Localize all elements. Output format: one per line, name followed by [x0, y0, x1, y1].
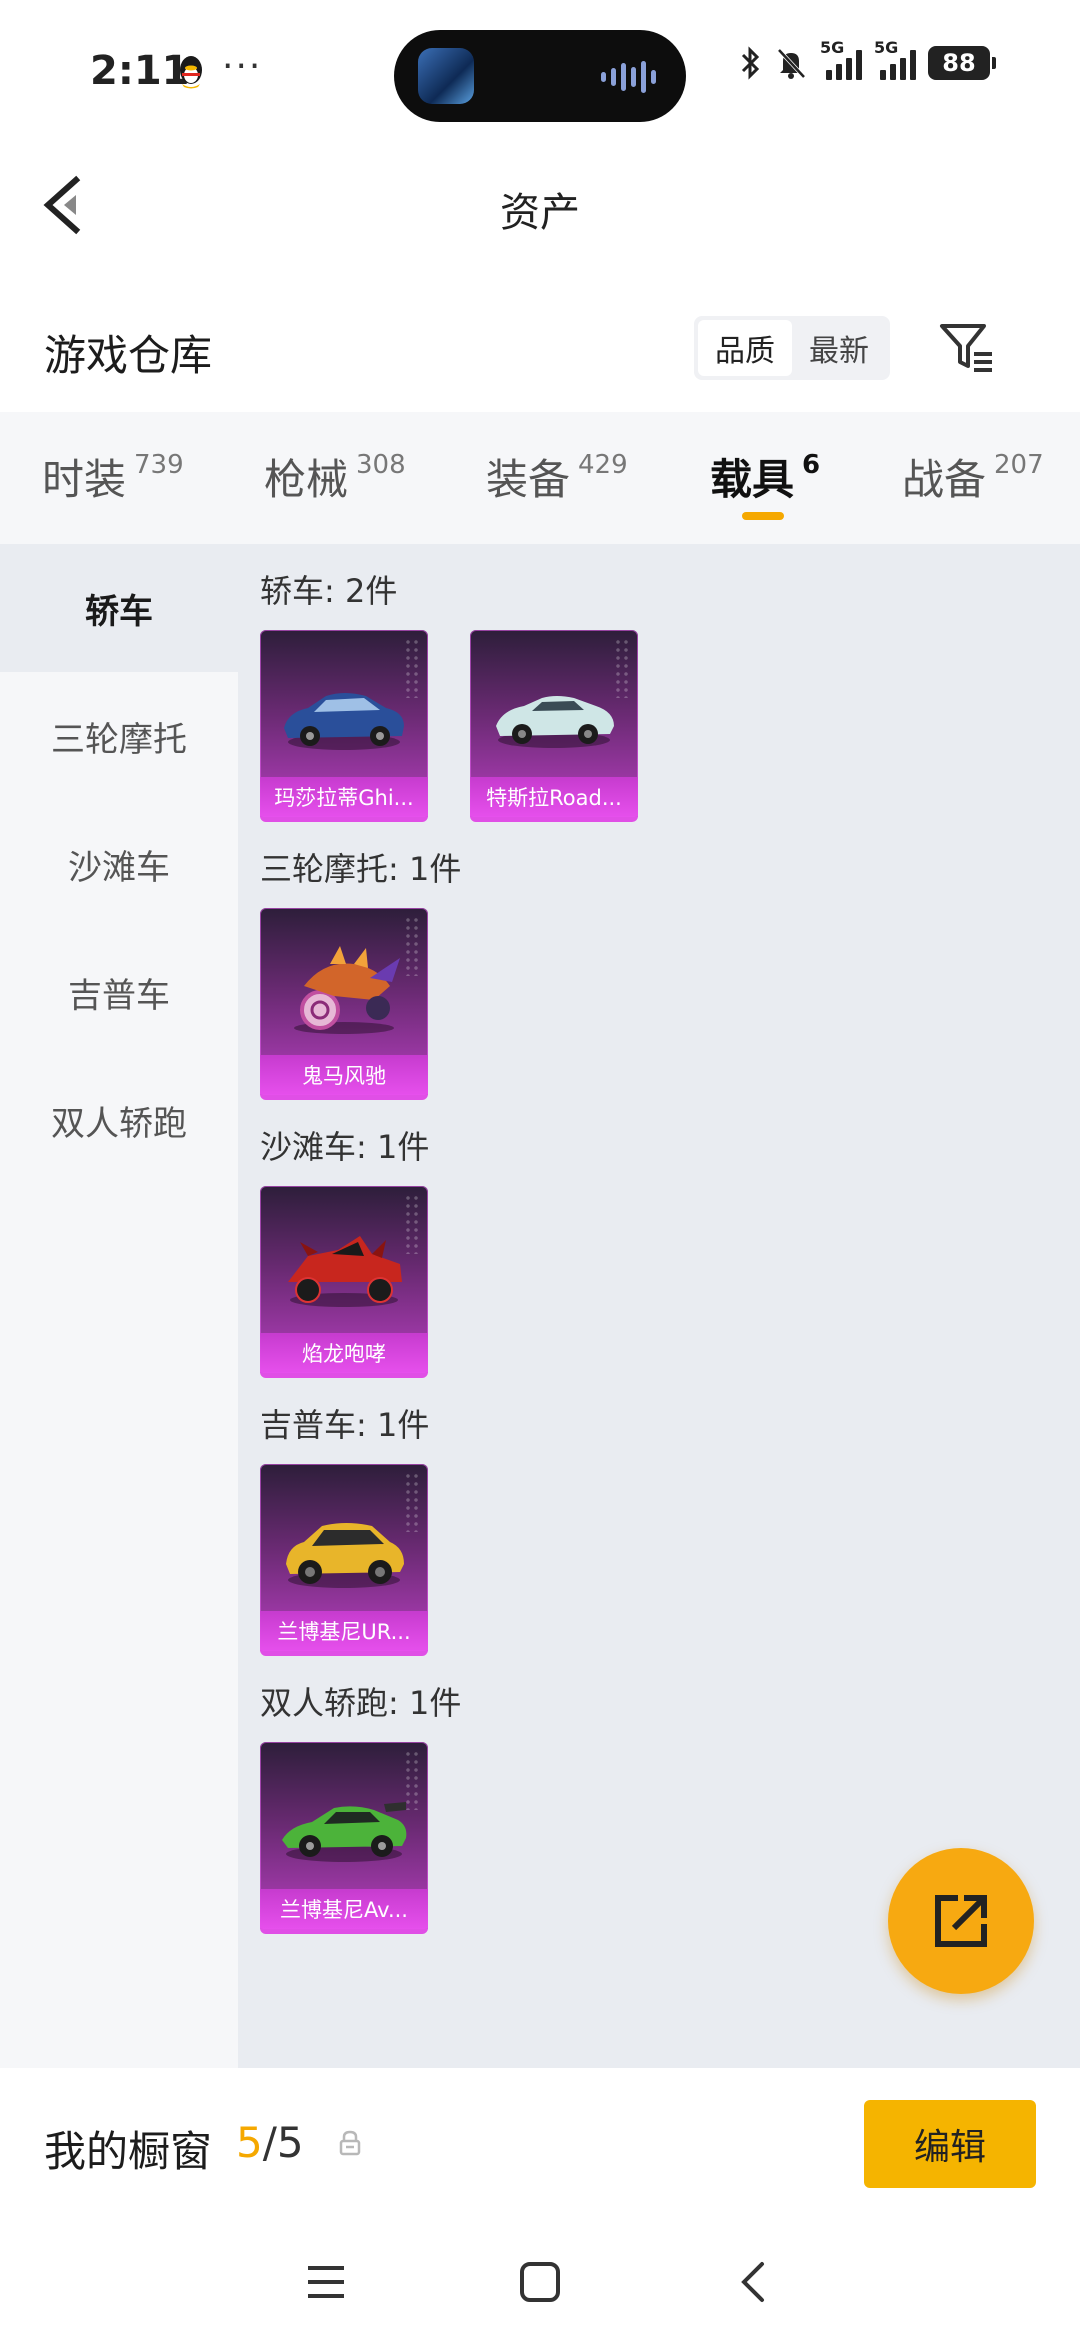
tab-fashion[interactable]: 时装 739: [42, 446, 184, 507]
active-tab-indicator: [742, 512, 784, 520]
signal-strength-2-icon: 5G: [874, 38, 916, 80]
tab-count: 207: [994, 450, 1044, 480]
bluetooth-icon: [741, 46, 760, 80]
warehouse-title: 游戏仓库: [44, 331, 213, 380]
vehicle-name: 兰博基尼Av...: [280, 1898, 408, 1922]
tab-count: 6: [802, 450, 821, 480]
showcase-count: 5/5: [236, 2118, 304, 2167]
vehicle-card[interactable]: 特斯拉Road...: [470, 630, 638, 822]
my-showcase-bar: 我的橱窗 5/5 编辑: [0, 2068, 1080, 2224]
edit-button[interactable]: 编辑: [864, 2100, 1036, 2188]
page-header: 资产: [0, 150, 1080, 260]
vehicle-name: 兰博基尼UR...: [277, 1620, 411, 1644]
share-button[interactable]: [888, 1848, 1034, 1994]
sidebar-item-coupe[interactable]: 双人轿跑: [0, 1056, 238, 1184]
section-title-coupe: 双人轿跑: 1件: [260, 1684, 462, 1722]
tab-label: 枪械: [264, 455, 349, 504]
battery-level: 88: [942, 49, 976, 77]
sort-by-newest-button[interactable]: 最新: [792, 320, 886, 376]
section-title-beach-buggy: 沙滩车: 1件: [260, 1128, 430, 1166]
menu-icon[interactable]: [296, 2252, 356, 2312]
media-app-thumbnail: [418, 48, 474, 104]
audio-wave-icon: [601, 60, 656, 94]
page-title: 资产: [500, 190, 580, 236]
home-icon[interactable]: [510, 2252, 570, 2312]
tab-equipment[interactable]: 装备 429: [486, 446, 628, 507]
vehicle-name: 玛莎拉蒂Ghi...: [274, 786, 414, 810]
vehicle-name: 鬼马风驰: [302, 1064, 386, 1088]
warehouse-bar: 游戏仓库 品质 最新: [0, 300, 1080, 410]
vehicle-card[interactable]: 鬼马风驰: [260, 908, 428, 1100]
filter-icon[interactable]: [936, 318, 996, 378]
showcase-label: 我的橱窗: [44, 2127, 213, 2176]
vehicle-card[interactable]: 焰龙咆哮: [260, 1186, 428, 1378]
sidebar-item-beach-buggy[interactable]: 沙滩车: [0, 800, 238, 928]
lock-icon: [339, 2130, 361, 2156]
sidebar-item-trike[interactable]: 三轮摩托: [0, 672, 238, 800]
trike-motorcycle-icon: [294, 946, 400, 1034]
vehicle-list: 轿车: 2件 玛莎拉蒂Ghi... 特斯拉Road... 三轮摩托: 1件 鬼马…: [238, 544, 1080, 2068]
vehicle-card[interactable]: 玛莎拉蒂Ghi...: [260, 630, 428, 822]
tab-vehicles[interactable]: 载具 6: [710, 446, 820, 507]
sort-by-quality-button[interactable]: 品质: [698, 320, 792, 376]
more-notifications-icon: ···: [222, 46, 263, 87]
tab-firearms[interactable]: 枪械 308: [264, 446, 406, 507]
system-navigation-bar: [0, 2224, 1080, 2347]
sort-toggle: 品质 最新: [694, 316, 890, 380]
white-roadster-icon: [496, 696, 614, 748]
share-external-icon: [935, 1895, 987, 1947]
status-time: 2:11: [90, 48, 190, 94]
green-supercar-icon: [282, 1802, 407, 1862]
dynamic-island[interactable]: [394, 30, 686, 122]
showcase-separator: /: [262, 2118, 277, 2167]
sidebar-item-jeep[interactable]: 吉普车: [0, 928, 238, 1056]
section-title-trike: 三轮摩托: 1件: [260, 850, 462, 888]
yellow-suv-icon: [286, 1523, 404, 1588]
vehicle-name: 特斯拉Road...: [486, 786, 622, 810]
battery-icon: 88: [928, 46, 996, 80]
sidebar-item-sedan[interactable]: 轿车: [0, 544, 238, 672]
tab-battle-prep[interactable]: 战备 207: [902, 446, 1044, 507]
signal-strength-1-icon: 5G: [820, 38, 862, 80]
red-buggy-icon: [288, 1236, 402, 1307]
tab-count: 429: [578, 450, 628, 480]
section-title-sedan: 轿车: 2件: [260, 572, 398, 610]
tab-count: 308: [356, 450, 406, 480]
tab-label: 装备: [486, 455, 571, 504]
back-nav-icon[interactable]: [724, 2252, 784, 2312]
mute-bell-icon: [777, 48, 806, 79]
qq-penguin-icon: [180, 56, 202, 89]
category-tabs: 时装 739 枪械 308 装备 429 载具 6 战备 207: [0, 412, 1080, 544]
tab-label: 时装: [42, 455, 127, 504]
showcase-max: 5: [276, 2118, 304, 2167]
vehicle-name: 焰龙咆哮: [302, 1342, 386, 1366]
section-title-jeep: 吉普车: 1件: [260, 1406, 430, 1444]
tab-label: 载具: [710, 455, 795, 504]
tab-count: 739: [134, 450, 184, 480]
showcase-current: 5: [236, 2118, 263, 2167]
tab-label: 战备: [902, 455, 987, 504]
status-icons: 5G 5G 88: [738, 38, 996, 80]
vehicle-card[interactable]: 兰博基尼Av...: [260, 1742, 428, 1934]
subcategory-sidebar: 轿车 三轮摩托 沙滩车 吉普车 双人轿跑: [0, 544, 238, 2068]
status-bar: 2:11 ··· 5G 5G 88: [0, 0, 1080, 140]
blue-sports-car-icon: [284, 693, 404, 750]
vehicle-card[interactable]: 兰博基尼UR...: [260, 1464, 428, 1656]
